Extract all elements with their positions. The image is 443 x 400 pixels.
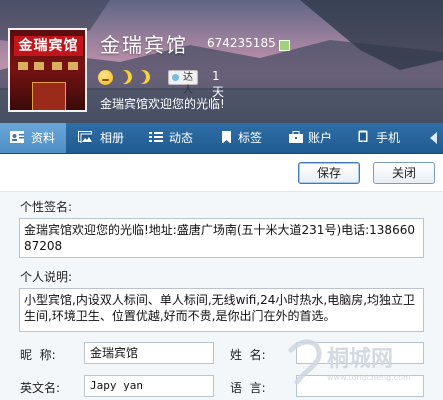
moon-level-icon <box>118 70 132 84</box>
feed-list-icon <box>149 132 163 142</box>
online-badge: 达人 <box>168 70 198 96</box>
tab-album[interactable]: 相册 <box>70 123 134 153</box>
signature-label: 个性签名: <box>20 200 73 214</box>
tab-tags[interactable]: 标签 <box>214 123 276 153</box>
realname-label: 姓 名: <box>230 348 266 362</box>
qq-number: 674235185 <box>207 36 276 50</box>
language-field[interactable] <box>296 375 424 397</box>
description-field[interactable]: 小型宾馆,内设双人标间、单人标间,无线wifi,24小时热水,电脑房,均独立卫生… <box>19 288 424 332</box>
tab-profile[interactable]: 资料 <box>0 123 66 153</box>
bookmark-icon <box>222 131 231 143</box>
profile-editor: 保存 关闭 个性签名: 金瑞宾馆欢迎您的光临!地址:盛唐广场南(五十米大道231… <box>0 154 443 400</box>
realname-field[interactable] <box>296 342 424 364</box>
tab-mobile[interactable]: 手机 <box>356 123 420 153</box>
avatar-sign: 金瑞宾馆 <box>14 36 83 56</box>
nickname-label: 昵 称: <box>20 348 56 362</box>
qq-show-icon[interactable] <box>279 40 290 51</box>
tab-label: 标签 <box>238 131 263 145</box>
tab-account[interactable]: 账户 <box>284 123 348 153</box>
mobile-phone-icon <box>358 130 368 142</box>
moon-level-icon <box>136 70 150 84</box>
tab-label: 手机 <box>376 131 401 145</box>
tab-bar: 资料 相册 动态 标签 账户 手机 <box>0 123 443 154</box>
tab-label: 账户 <box>308 131 333 145</box>
tab-label: 相册 <box>100 131 125 145</box>
profile-name: 金瑞宾馆 <box>100 33 188 57</box>
save-button[interactable]: 保存 <box>298 162 360 184</box>
profile-header: 金瑞宾馆 金瑞宾馆 674235185 达人 1天 金瑞宾馆欢迎您的光临! <box>0 0 443 123</box>
signature-field[interactable]: 金瑞宾馆欢迎您的光临!地址:盛唐广场南(五十米大道231号)电话:1386608… <box>19 218 424 258</box>
tab-label: 动态 <box>169 131 194 145</box>
profile-card-icon <box>10 131 24 143</box>
briefcase-icon <box>289 131 303 143</box>
tab-label: 资料 <box>31 131 56 145</box>
tab-feed[interactable]: 动态 <box>142 123 206 153</box>
close-button[interactable]: 关闭 <box>373 162 435 184</box>
photo-album-icon <box>78 131 92 143</box>
nickname-field[interactable]: 金瑞宾馆 <box>84 342 214 364</box>
english-name-field[interactable]: Japy yan <box>84 375 214 397</box>
tab-scroll-left-icon[interactable] <box>430 132 437 144</box>
avatar[interactable]: 金瑞宾馆 <box>8 28 87 112</box>
status-message: 金瑞宾馆欢迎您的光临! <box>100 97 225 111</box>
form-panel: 个性签名: 金瑞宾馆欢迎您的光临!地址:盛唐广场南(五十米大道231号)电话:1… <box>0 192 443 400</box>
english-name-label: 英文名: <box>20 381 61 395</box>
description-label: 个人说明: <box>20 270 73 284</box>
language-label: 语 言: <box>230 381 266 395</box>
sun-level-icon <box>98 70 113 85</box>
